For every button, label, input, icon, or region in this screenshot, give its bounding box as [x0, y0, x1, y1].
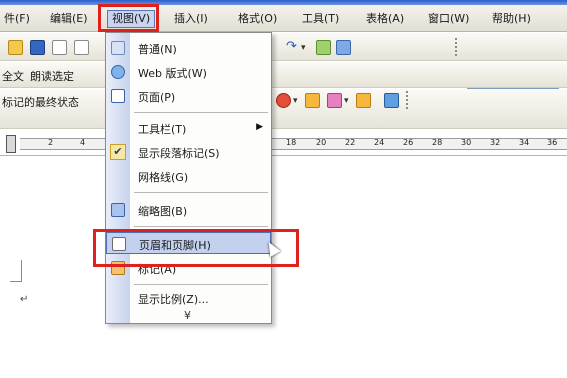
hyperlink-icon[interactable] [316, 40, 331, 55]
menu-item-label: Web 版式(W) [138, 67, 207, 80]
email-icon[interactable] [74, 40, 89, 55]
save-icon[interactable] [30, 40, 45, 55]
menu-window[interactable]: 窗口(W) [424, 10, 473, 28]
menu-item-label: 页面(P) [138, 91, 176, 104]
menu-item-label: 缩略图(B) [138, 205, 188, 218]
ruler-tick: 22 [345, 138, 356, 147]
thumbnails-icon [111, 203, 125, 217]
menu-insert[interactable]: 插入(I) [170, 10, 212, 28]
ruler-tick: 32 [490, 138, 501, 147]
display-for-review-select[interactable]: 标记的最终状态 [2, 94, 79, 110]
ruler-tick: 24 [374, 138, 385, 147]
toolbar-grip-icon[interactable] [406, 91, 410, 109]
toolbar-grip-icon[interactable] [455, 38, 459, 56]
page-corner-marker [10, 260, 22, 282]
menu-file[interactable]: 件(F) [0, 10, 34, 28]
track-changes-dropdown-icon[interactable]: ▾ [293, 96, 298, 106]
checkmark-icon: ✔ [110, 144, 126, 160]
menu-separator [134, 192, 268, 193]
expand-chevron-icon: ¥ [184, 309, 191, 322]
document-map-icon[interactable] [384, 93, 399, 108]
menu-help[interactable]: 帮助(H) [488, 10, 535, 28]
permission-icon[interactable] [52, 40, 67, 55]
highlight-icon[interactable] [327, 93, 342, 108]
menu-separator [134, 112, 268, 113]
view-menu-dropdown: 普通(N) Web 版式(W) 页面(P) 工具栏(T) ▶ ✔ 显示段落标记(… [105, 32, 272, 324]
horizontal-ruler[interactable]: 2 4 18 20 22 24 26 28 30 32 34 36 [0, 130, 567, 156]
redo-dropdown-icon[interactable]: ▾ [301, 43, 306, 53]
menu-item-toolbars[interactable]: 工具栏(T) ▶ [106, 117, 271, 139]
menu-table[interactable]: 表格(A) [362, 10, 408, 28]
ruler-tick: 4 [80, 138, 86, 147]
ruler-tick: 20 [316, 138, 327, 147]
read-selection-button[interactable]: 朗读选定 [30, 68, 74, 84]
menu-item-label: 网格线(G) [138, 171, 189, 184]
ruler-tick: 36 [547, 138, 558, 147]
ruler-tick: 2 [48, 138, 54, 147]
redo-icon[interactable]: ↷ [284, 39, 299, 54]
open-folder-icon[interactable] [8, 40, 23, 55]
ruler-tick: 30 [461, 138, 472, 147]
menu-separator [134, 226, 268, 227]
normal-view-icon [111, 41, 125, 55]
track-changes-icon[interactable] [276, 93, 291, 108]
reviewing-pane-icon[interactable] [356, 93, 371, 108]
chevron-right-icon: ▶ [256, 122, 263, 132]
menu-item-normal[interactable]: 普通(N) [106, 37, 271, 59]
ruler-tick: 28 [432, 138, 443, 147]
menu-bar: 件(F) 编辑(E) 视图(V) 插入(I) 格式(O) 工具(T) 表格(A)… [0, 5, 567, 32]
paragraph-mark: ↵ [20, 294, 29, 305]
menu-item-web-layout[interactable]: Web 版式(W) [106, 61, 271, 83]
menu-item-gridlines[interactable]: 网格线(G) [106, 165, 271, 187]
menu-expand-arrows[interactable]: ¥ [106, 305, 271, 323]
menu-edit[interactable]: 编辑(E) [46, 10, 92, 28]
print-layout-icon [111, 89, 125, 103]
menu-tools[interactable]: 工具(T) [298, 10, 343, 28]
menu-item-label: 工具栏(T) [138, 123, 187, 136]
menu-item-print-layout[interactable]: 页面(P) [106, 85, 271, 107]
speech-toolbar: 全文 朗读选定 [0, 62, 567, 88]
menu-item-show-paragraph-marks[interactable]: ✔ 显示段落标记(S) [106, 141, 271, 163]
ruler-tick: 18 [286, 138, 297, 147]
menu-separator [134, 284, 268, 285]
standard-toolbar: ↷ ▾ 正文 ▾ [0, 33, 567, 89]
tables-borders-icon[interactable] [336, 40, 351, 55]
menu-item-label: 显示段落标记(S) [138, 147, 220, 160]
highlight-box-view-menu [98, 4, 159, 32]
full-text-button[interactable]: 全文 [2, 68, 24, 84]
ruler-tick: 34 [519, 138, 530, 147]
web-layout-icon [111, 65, 125, 79]
ruler-tick: 26 [403, 138, 414, 147]
indent-marker-icon[interactable] [6, 135, 16, 153]
reviewing-toolbar: 标记的最终状态 ▾ ▾ [0, 89, 567, 129]
menu-format[interactable]: 格式(O) [234, 10, 281, 28]
menu-item-label: 普通(N) [138, 43, 177, 56]
document-workspace[interactable] [0, 157, 567, 378]
menu-item-thumbnails[interactable]: 缩略图(B) [106, 199, 271, 221]
insert-comment-icon[interactable] [305, 93, 320, 108]
highlight-dropdown-icon[interactable]: ▾ [344, 96, 349, 106]
